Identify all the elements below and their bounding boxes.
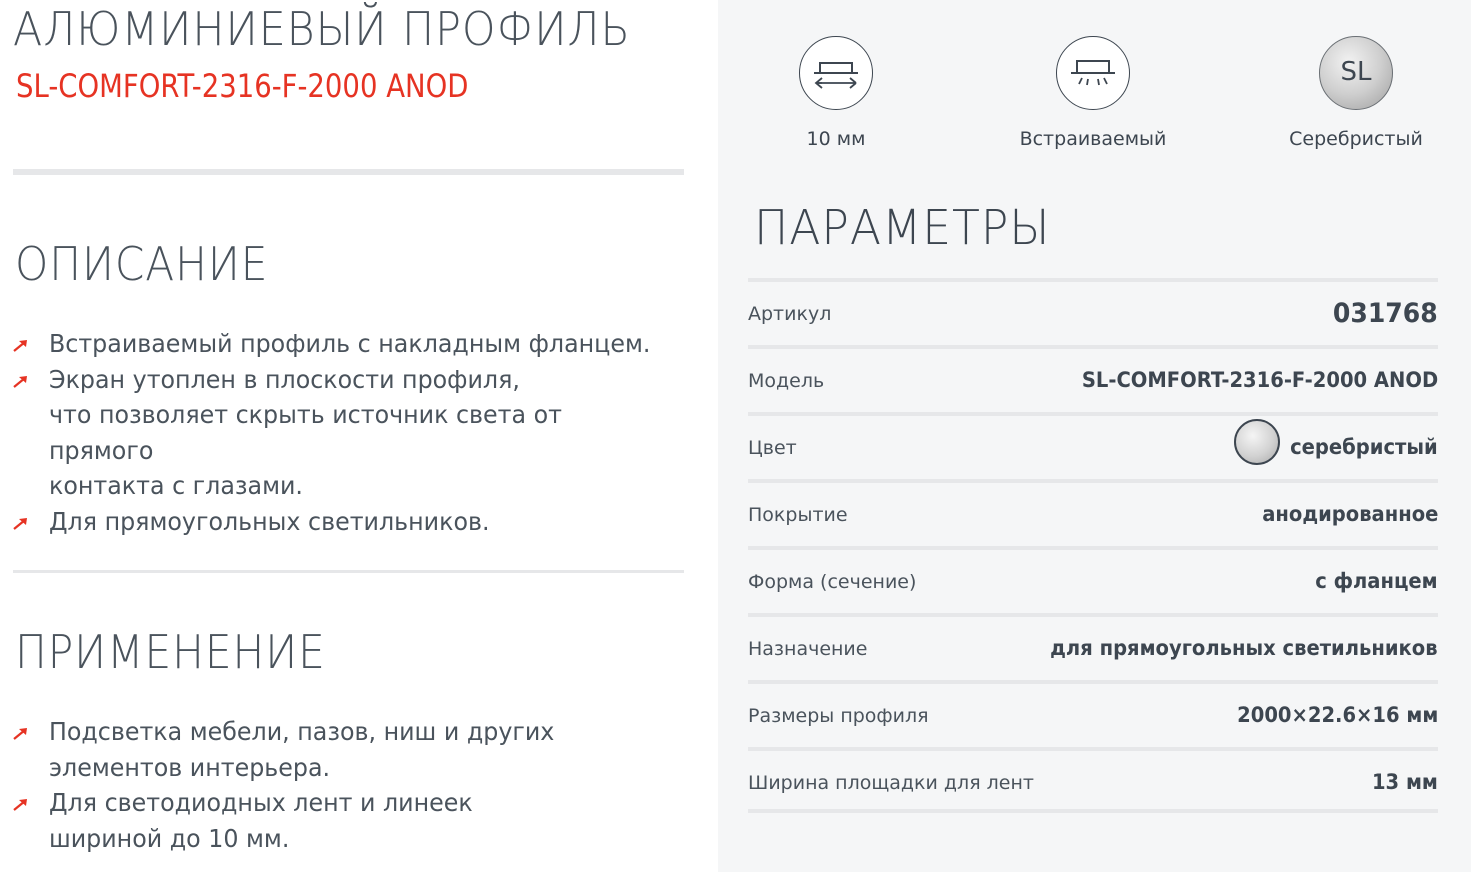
list-item-continuation: что позволяет скрыть источник света от п… [49,400,562,465]
param-row-coating: Покрытие анодированное [748,483,1438,550]
built-in-light-icon [1056,36,1130,110]
list-item: Для светодиодных лент и линеек [13,785,693,821]
page-title: АЛЮМИНИЕВЫЙ ПРОФИЛЬ [13,2,631,56]
param-row-color: Цвет серебристый [748,416,1438,483]
width-arrows-icon [799,36,873,110]
param-row-purpose: Назначение для прямоугольных светильнико… [748,617,1438,684]
list-item-continuation: шириной до 10 мм. [49,823,290,853]
list-item: Экран утоплен в плоскости профиля, [13,362,693,398]
red-arrow-bullet-icon [13,340,27,352]
feature-width-label: 10 мм [806,128,866,150]
param-row-article: Артикул 031768 [748,282,1438,349]
param-row-tape-width: Ширина площадки для лент 13 мм [748,751,1438,813]
list-item: Встраиваемый профиль с накладным фланцем… [13,326,693,362]
application-heading: ПРИМЕНЕНИЕ [15,625,326,679]
feature-color: SL Серебристый [1266,36,1446,150]
red-arrow-bullet-icon [13,728,27,740]
description-list: Встраиваемый профиль с накладным фланцем… [13,326,693,539]
list-item: Для прямоугольных светильников. [13,504,693,540]
feature-width: 10 мм [746,36,926,150]
red-arrow-bullet-icon [13,799,27,811]
section-divider [13,570,684,573]
red-arrow-bullet-icon [13,375,27,388]
param-row-shape: Форма (сечение) с фланцем [748,550,1438,617]
param-row-model: Модель SL-COMFORT-2316-F-2000 ANOD [748,349,1438,416]
params-table: Артикул 031768 Модель SL-COMFORT-2316-F-… [748,278,1438,813]
list-item-continuation: контакта с глазами. [49,471,303,500]
application-list: Подсветка мебели, пазов, ниш и других эл… [13,714,693,856]
params-heading: ПАРАМЕТРЫ [754,200,1051,256]
description-heading: ОПИСАНИЕ [15,237,269,291]
product-model-subtitle: SL-COMFORT-2316-F-2000 ANOD [16,67,469,105]
feature-color-label: Серебристый [1289,128,1423,150]
feature-type-label: Встраиваемый [1019,128,1167,150]
param-row-dimensions: Размеры профиля 2000×22.6×16 мм [748,684,1438,751]
silver-sl-icon: SL [1319,36,1393,110]
feature-type: Встраиваемый [1003,36,1183,150]
silver-color-swatch [1234,419,1280,465]
list-item: Подсветка мебели, пазов, ниш и других [13,714,693,750]
header-divider [13,169,684,175]
list-item-continuation: элементов интерьера. [49,752,331,782]
red-arrow-bullet-icon [13,517,27,530]
